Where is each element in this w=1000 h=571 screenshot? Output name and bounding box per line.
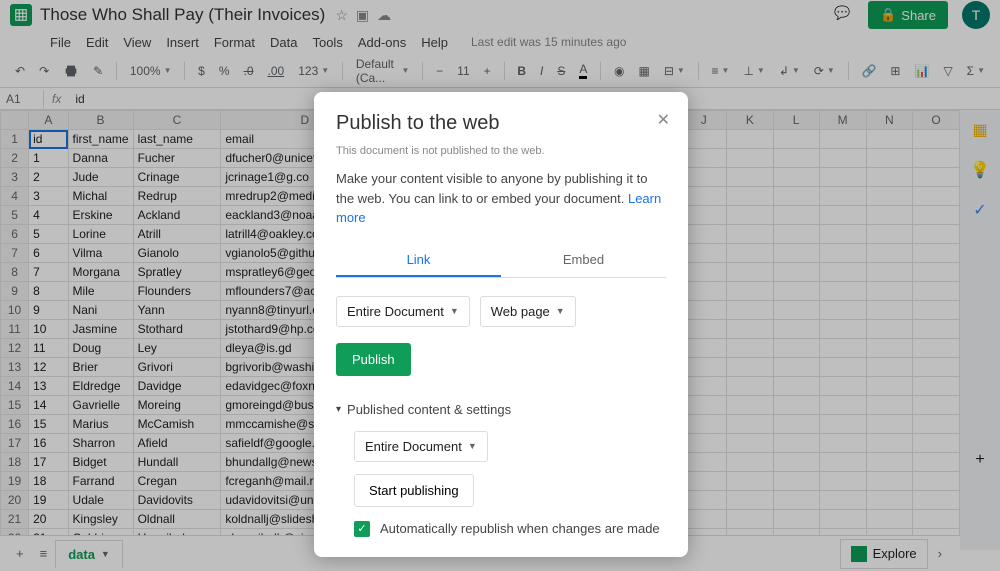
chevron-down-icon: ▼ [468,441,477,451]
start-publishing-button[interactable]: Start publishing [354,474,474,507]
tab-embed[interactable]: Embed [501,244,666,277]
chevron-down-icon: ▾ [336,404,341,415]
published-content-toggle[interactable]: ▾Published content & settings [336,402,666,417]
tab-link[interactable]: Link [336,244,501,277]
dialog-description: Make your content visible to anyone by p… [336,169,666,228]
publish-button[interactable]: Publish [336,343,411,376]
published-scope-dropdown[interactable]: Entire Document▼ [354,431,488,462]
chevron-down-icon: ▼ [556,306,565,316]
dialog-subtext: This document is not published to the we… [336,145,666,157]
publish-format-dropdown[interactable]: Web page▼ [480,296,576,327]
chevron-down-icon: ▼ [450,306,459,316]
auto-republish-label: Automatically republish when changes are… [380,521,660,536]
publish-scope-dropdown[interactable]: Entire Document▼ [336,296,470,327]
dialog-title: Publish to the web [336,112,666,135]
close-icon[interactable]: ✕ [657,110,670,130]
auto-republish-checkbox[interactable]: ✓ [354,521,370,537]
publish-to-web-dialog: ✕ Publish to the web This document is no… [314,92,688,557]
